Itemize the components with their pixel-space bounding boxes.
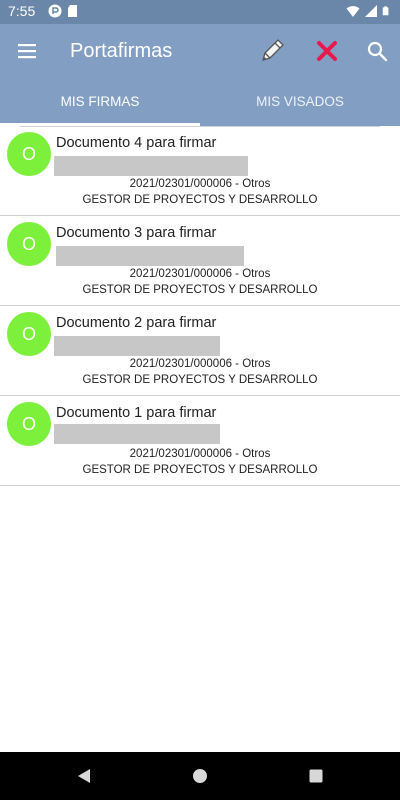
avatar: O bbox=[7, 132, 51, 176]
battery-icon bbox=[382, 6, 389, 16]
close-x-icon[interactable] bbox=[315, 39, 339, 63]
document-department: GESTOR DE PROYECTOS Y DESARROLLO bbox=[82, 374, 318, 386]
system-nav-bar bbox=[0, 752, 400, 800]
document-reference: 2021/02301/000006 - Otros bbox=[129, 358, 271, 370]
wifi-icon bbox=[346, 6, 360, 17]
status-time: 7:55 bbox=[8, 3, 36, 19]
redacted-block bbox=[56, 246, 244, 266]
avatar: O bbox=[7, 222, 51, 266]
app-title: Portafirmas bbox=[70, 40, 173, 62]
document-title: Documento 1 para firmar bbox=[56, 405, 217, 421]
list-item[interactable]: O Documento 3 para firmar 2021/02301/000… bbox=[0, 216, 400, 306]
redacted-block bbox=[54, 156, 248, 176]
tab-bar: MIS FIRMAS MIS VISADOS bbox=[0, 78, 400, 126]
sd-card-icon bbox=[68, 5, 77, 17]
document-department: GESTOR DE PROYECTOS Y DESARROLLO bbox=[82, 194, 318, 206]
document-title: Documento 2 para firmar bbox=[56, 315, 217, 331]
document-title: Documento 4 para firmar bbox=[56, 135, 217, 151]
pencil-icon[interactable] bbox=[258, 37, 286, 65]
hamburger-menu-icon[interactable] bbox=[16, 40, 38, 62]
notification-app-icon bbox=[48, 4, 62, 18]
home-icon[interactable] bbox=[190, 766, 210, 786]
search-icon[interactable] bbox=[366, 40, 388, 62]
document-title: Documento 3 para firmar bbox=[56, 225, 217, 241]
list-item[interactable]: O Documento 1 para firmar 2021/02301/000… bbox=[0, 396, 400, 486]
tab-mis-firmas[interactable]: MIS FIRMAS bbox=[0, 78, 200, 126]
back-icon[interactable] bbox=[74, 766, 94, 786]
document-reference: 2021/02301/000006 - Otros bbox=[129, 268, 271, 280]
avatar: O bbox=[7, 312, 51, 356]
signal-icon bbox=[365, 5, 377, 17]
list-item[interactable]: O Documento 2 para firmar 2021/02301/000… bbox=[0, 306, 400, 396]
list-item[interactable]: O Documento 4 para firmar 2021/02301/000… bbox=[0, 126, 400, 216]
document-reference: 2021/02301/000006 - Otros bbox=[129, 178, 271, 190]
tab-mis-visados[interactable]: MIS VISADOS bbox=[200, 78, 400, 126]
status-bar: 7:55 bbox=[0, 0, 400, 24]
redacted-block bbox=[54, 424, 220, 444]
document-department: GESTOR DE PROYECTOS Y DESARROLLO bbox=[82, 464, 318, 476]
app-bar: Portafirmas bbox=[0, 24, 400, 78]
document-reference: 2021/02301/000006 - Otros bbox=[129, 448, 271, 460]
redacted-block bbox=[54, 336, 220, 356]
recents-icon[interactable] bbox=[306, 766, 326, 786]
document-list: O Documento 4 para firmar 2021/02301/000… bbox=[0, 126, 400, 486]
avatar: O bbox=[7, 402, 51, 446]
document-department: GESTOR DE PROYECTOS Y DESARROLLO bbox=[82, 284, 318, 296]
